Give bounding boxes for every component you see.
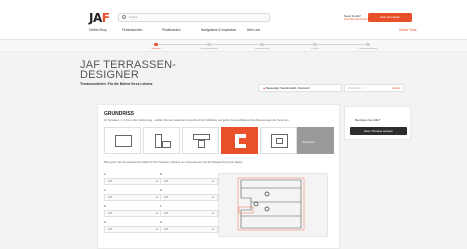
nav-firmenkunden[interactable]: Firmenkunden [122,28,142,32]
step-label-2: Unterkonstruktion [200,47,218,50]
field-d-label: D [160,189,162,192]
header: JAF Suche Online-Shop Firmenkunden Priva… [0,0,467,40]
grundriss-description: Ihr Terrassen, 1, 2 Form oder Freiformun… [104,119,290,122]
help-box: Benötigen Sie Hilfe? Neue Terrasse anleg… [344,106,411,140]
shape-frame[interactable] [260,127,297,154]
field-a-label: A [104,173,106,176]
step-dot-5[interactable] [366,42,370,46]
location-select[interactable]: ◉ Bauseitiger Standortwahl, Österreich [258,84,342,92]
page-title: JAF TERRASSEN- DESIGNER [80,59,177,81]
field-h-input[interactable]: 100 m [160,226,218,233]
field-d-input[interactable]: 100 m [160,194,218,201]
help-question: Benötigen Sie Hilfe? [355,118,381,122]
terrace-preview[interactable] [218,173,328,237]
zip-change-link[interactable]: Ändern [392,85,400,92]
login-button[interactable]: Jetzt anmelden [368,13,412,22]
nav-privatkunden[interactable]: Privatkunden [162,28,181,32]
field-c-label: C [104,189,106,192]
field-g-input[interactable]: 100 m [104,226,162,233]
field-h-label: H [160,221,162,224]
shape-u[interactable] [221,127,258,154]
step-label-4: Zubehör [310,47,320,50]
step-label-3: Terrassenbelag [254,47,270,50]
step-dot-2[interactable] [207,42,211,46]
online-tools-link[interactable]: Online Tools [399,28,416,32]
shape-t[interactable] [182,127,219,154]
search-icon [122,15,126,19]
page-subtitle: Terrassendielen. Für die Bühne Ihres Leb… [80,82,154,86]
new-terrace-button[interactable]: Neue Terrasse anlegen [350,127,407,135]
search-input[interactable]: Suche [118,13,270,22]
shape-custom[interactable]: Sonderform [297,127,334,154]
step-dot-1[interactable] [154,42,158,46]
progress-steps: Grundriss Unterkonstruktion Terrassenbel… [0,40,467,52]
field-c-input[interactable]: 100 m [104,194,162,201]
step-dot-4[interactable] [313,42,317,46]
grundriss-heading: GRUNDRISS [104,111,135,117]
field-b-input[interactable]: 100 m [160,178,218,185]
field-f-input[interactable]: 100 m [160,210,218,217]
field-b-label: B [160,173,162,176]
nav-inspiration[interactable]: Navigations & Inspiration [201,28,236,32]
field-a-input[interactable]: 100 m [104,178,162,185]
field-e-label: E [104,205,106,208]
field-e-input[interactable]: 100 m [104,210,162,217]
shape-l[interactable] [143,127,180,154]
zip-input[interactable]: Postleitzahl Ändern [344,84,404,92]
nav-ueber-uns[interactable]: Über uns [247,28,260,32]
measure-info: Bitte geben Sie die gewünschten Maße für… [104,161,243,164]
step-label-5: Zusammenfassung [358,47,378,50]
logo[interactable]: JAF [89,11,110,25]
field-f-label: F [160,205,162,208]
step-dot-3[interactable] [260,42,264,46]
shape-rectangle[interactable] [104,127,141,154]
field-g-label: G [104,221,107,224]
step-label-1: Grundriss [151,47,161,50]
nav-online-shop[interactable]: Online-Shop [89,28,107,32]
